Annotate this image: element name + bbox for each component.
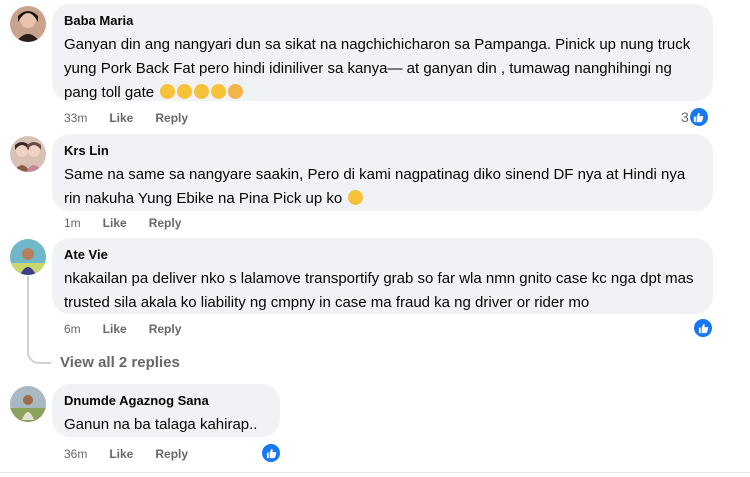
avatar-krs-lin[interactable] [10,136,46,172]
like-button[interactable]: Like [109,447,133,461]
comment-actions: 1m Like Reply [64,216,203,230]
comment-bubble-baba-maria: Baba Maria Ganyan din ang nangyari dun s… [52,4,713,101]
comment-actions: 33m Like Reply [64,111,210,125]
comment-author[interactable]: Ate Vie [64,246,701,263]
rolling-laughing-face-icon [348,190,364,205]
comment-text: Same na same sa nangyare saakin, Pero di… [64,166,690,207]
reply-button[interactable]: Reply [155,447,188,461]
comment-actions: 6m Like Reply [64,322,203,336]
reply-button[interactable]: Reply [149,216,182,230]
screaming-face-icon [194,84,210,99]
comment-time[interactable]: 1m [64,216,81,230]
comment-bubble-dnumde-agaznog-sana: Dnumde Agaznog Sana Ganun na ba talaga k… [52,384,280,437]
reply-thread-line [27,276,29,340]
comment-time[interactable]: 36m [64,447,87,461]
comment-text: Ganyan din ang nangyari dun sa sikat na … [64,36,695,101]
like-button[interactable]: Like [109,111,133,125]
comment-actions: 36m Like Reply [64,447,210,461]
thumbs-up-icon [689,108,708,126]
comment-author[interactable]: Krs Lin [64,142,701,159]
hands-face-icon [228,84,244,99]
comment-author[interactable]: Baba Maria [64,12,701,29]
avatar-dnumde-agaznog-sana[interactable] [10,386,46,422]
reply-button[interactable]: Reply [149,322,182,336]
thumbs-up-icon [694,319,712,337]
comment-time[interactable]: 6m [64,322,81,336]
comment-author[interactable]: Dnumde Agaznog Sana [64,392,268,409]
comment-time[interactable]: 33m [64,111,87,125]
comment-text: Ganun na ba talaga kahirap.. [64,416,258,433]
reaction-badge[interactable] [262,444,280,462]
reaction-count[interactable]: 3 [681,108,708,126]
like-button[interactable]: Like [103,216,127,230]
tired-face-icon [211,84,227,99]
crying-face-icon [177,84,193,99]
view-all-replies-link[interactable]: View all 2 replies [60,354,180,371]
reply-thread-connector [27,338,51,364]
divider [0,472,750,473]
thumbs-up-icon [262,444,280,462]
reaction-badge[interactable] [694,319,712,337]
crying-face-icon [160,84,176,99]
comment-bubble-krs-lin: Krs Lin Same na same sa nangyare saakin,… [52,134,713,211]
reply-button[interactable]: Reply [155,111,188,125]
avatar-ate-vie[interactable] [10,239,46,275]
like-button[interactable]: Like [103,322,127,336]
comment-bubble-ate-vie: Ate Vie nkakailan pa deliver nko s lalam… [52,238,713,314]
avatar-baba-maria[interactable] [10,6,46,42]
comment-text: nkakailan pa deliver nko s lalamove tran… [64,270,698,311]
